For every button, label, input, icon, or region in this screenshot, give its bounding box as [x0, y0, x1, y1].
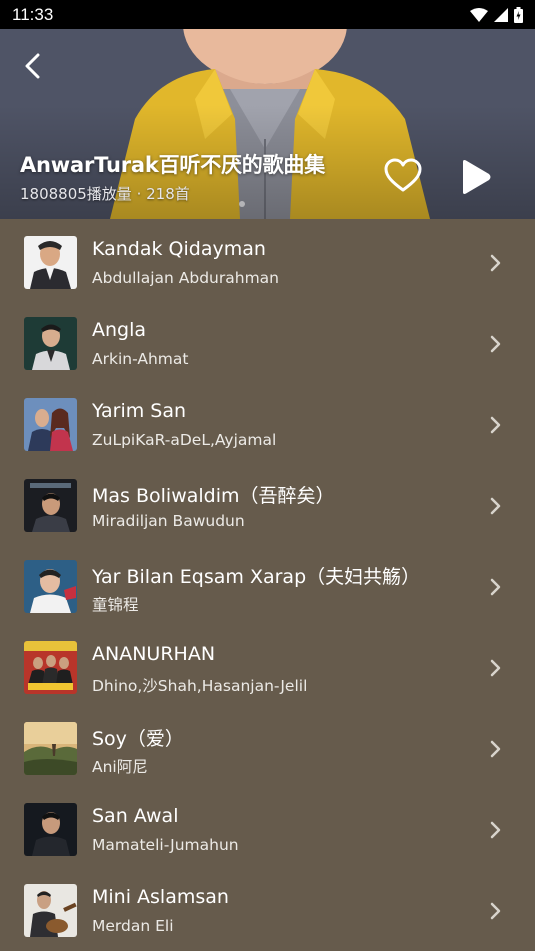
- chevron-right-icon: [490, 254, 501, 272]
- wifi-icon: [470, 7, 488, 22]
- song-artist: Merdan Eli: [92, 917, 174, 935]
- song-cover: [24, 641, 77, 694]
- chevron-right-icon: [490, 821, 501, 839]
- song-artist: 童锦程: [92, 596, 139, 614]
- song-row[interactable]: San Awal Mamateli-Jumahun: [0, 788, 535, 869]
- play-all-button[interactable]: [455, 157, 495, 197]
- chevron-right-icon: [490, 578, 501, 596]
- song-row[interactable]: Yarim San ZuLpiKaR-aDeL,Ayjamal: [0, 383, 535, 464]
- song-cover: [24, 236, 77, 289]
- chevron-right-icon: [490, 416, 501, 434]
- song-row[interactable]: Yar Bilan Eqsam Xarap（夫妇共觞） 童锦程: [0, 545, 535, 626]
- song-cover: [24, 722, 77, 775]
- song-row[interactable]: Soy（爱） Ani阿尼: [0, 707, 535, 788]
- status-time: 11:33: [12, 4, 54, 24]
- chevron-right-icon: [490, 659, 501, 677]
- song-artist: Arkin-Ahmat: [92, 350, 189, 368]
- song-artist: Ani阿尼: [92, 758, 148, 776]
- song-title: ANANURHAN: [92, 643, 216, 665]
- song-row[interactable]: Kandak Qidayman Abdullajan Abdurahman: [0, 221, 535, 302]
- back-button[interactable]: [18, 49, 48, 83]
- song-row[interactable]: ANANURHAN Dhino,沙Shah,Hasanjan-Jelil: [0, 626, 535, 707]
- like-button[interactable]: [383, 157, 423, 195]
- playlist-header: AnwarTurak百听不厌的歌曲集 1808805播放量 · 218首: [0, 29, 535, 219]
- song-artist: ZuLpiKaR-aDeL,Ayjamal: [92, 431, 277, 449]
- song-title: Angla: [92, 319, 147, 341]
- song-cover: [24, 398, 77, 451]
- heart-icon: [384, 158, 422, 192]
- song-cover: [24, 560, 77, 613]
- song-title: Soy（爱）: [92, 728, 184, 750]
- song-row[interactable]: Mas Boliwaldim（吾醉矣） Miradiljan Bawudun: [0, 464, 535, 545]
- chevron-right-icon: [490, 497, 501, 515]
- chevron-right-icon: [490, 902, 501, 920]
- song-artist: Abdullajan Abdurahman: [92, 269, 279, 287]
- song-cover: [24, 803, 77, 856]
- song-list: Kandak Qidayman Abdullajan Abdurahman An…: [0, 221, 535, 950]
- playlist-meta: 1808805播放量 · 218首: [20, 185, 190, 203]
- song-cover: [24, 317, 77, 370]
- status-bar: 11:33: [0, 0, 535, 29]
- play-icon: [463, 160, 491, 194]
- playlist-title: AnwarTurak百听不厌的歌曲集: [20, 153, 325, 177]
- signal-icon: [494, 7, 508, 22]
- song-title: Kandak Qidayman: [92, 238, 266, 260]
- song-title: Yar Bilan Eqsam Xarap（夫妇共觞）: [92, 566, 421, 588]
- battery-icon: [514, 6, 523, 23]
- song-artist: Mamateli-Jumahun: [92, 836, 239, 854]
- song-title: Yarim San: [92, 400, 187, 422]
- song-row[interactable]: Mini Aslamsan Merdan Eli: [0, 869, 535, 950]
- song-artist: Miradiljan Bawudun: [92, 512, 245, 530]
- song-title: Mini Aslamsan: [92, 886, 229, 908]
- chevron-right-icon: [490, 740, 501, 758]
- song-title: Mas Boliwaldim（吾醉矣）: [92, 485, 335, 507]
- song-title: San Awal: [92, 805, 179, 827]
- song-artist: Dhino,沙Shah,Hasanjan-Jelil: [92, 677, 308, 695]
- chevron-right-icon: [490, 335, 501, 353]
- status-icons: [470, 6, 523, 23]
- back-arrow-icon: [25, 53, 40, 79]
- song-cover: [24, 479, 77, 532]
- song-row[interactable]: Angla Arkin-Ahmat: [0, 302, 535, 383]
- song-cover: [24, 884, 77, 937]
